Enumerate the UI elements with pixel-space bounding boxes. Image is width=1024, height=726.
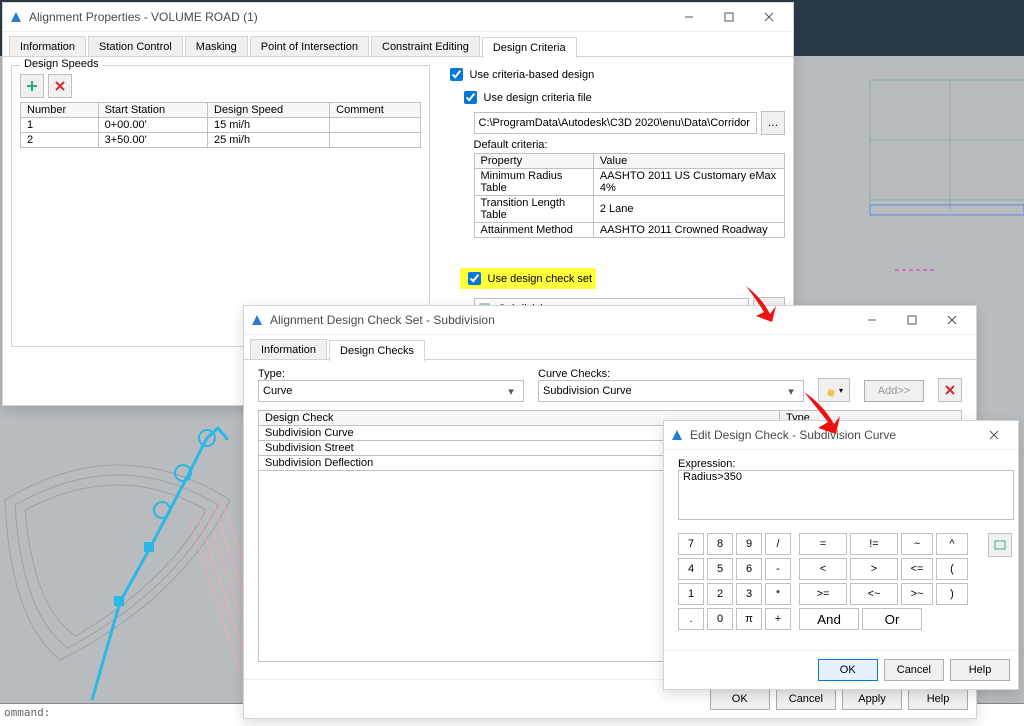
close-button[interactable] xyxy=(974,421,1014,449)
key-3[interactable]: 3 xyxy=(736,583,762,605)
cancel-button[interactable]: Cancel xyxy=(884,659,944,681)
type-dropdown[interactable]: Curve▾ xyxy=(258,380,524,402)
column-header[interactable]: Property xyxy=(474,154,593,169)
use-criteria-checkbox[interactable]: Use criteria-based design xyxy=(446,65,786,84)
add-speed-button[interactable] xyxy=(20,74,44,98)
tab-design-checks[interactable]: Design Checks xyxy=(329,340,425,361)
edit-design-check-window: Edit Design Check - Subdivision Curve Ex… xyxy=(663,420,1019,690)
table-row[interactable]: Minimum Radius TableAASHTO 2011 US Custo… xyxy=(474,169,785,196)
tab-point-of-intersection[interactable]: Point of Intersection xyxy=(250,36,369,57)
key-9[interactable]: 9 xyxy=(736,533,762,555)
app-icon xyxy=(9,10,23,24)
key-1[interactable]: 1 xyxy=(678,583,704,605)
key-/[interactable]: / xyxy=(765,533,791,555)
key-+[interactable]: + xyxy=(765,608,791,630)
tab-information[interactable]: Information xyxy=(250,339,327,360)
column-header[interactable]: Comment xyxy=(330,103,420,118)
table-row[interactable]: 10+00.00'15 mi/h xyxy=(21,118,421,133)
default-criteria-table[interactable]: PropertyValue Minimum Radius TableAASHTO… xyxy=(474,153,786,238)
close-button[interactable] xyxy=(749,3,789,31)
key-5[interactable]: 5 xyxy=(707,558,733,580)
tab-station-control[interactable]: Station Control xyxy=(88,36,183,57)
key-op[interactable]: ( xyxy=(936,558,968,580)
key-op[interactable]: >~ xyxy=(901,583,933,605)
browse-file-button[interactable]: … xyxy=(761,111,785,135)
close-button[interactable] xyxy=(932,306,972,334)
key-op[interactable]: ~ xyxy=(901,533,933,555)
key-op[interactable]: > xyxy=(850,558,898,580)
tab-masking[interactable]: Masking xyxy=(185,36,248,57)
delete-speed-button[interactable] xyxy=(48,74,72,98)
ok-button[interactable]: OK xyxy=(818,659,878,681)
and-button[interactable]: And xyxy=(799,608,859,630)
expression-label: Expression: xyxy=(678,458,1004,470)
key-7[interactable]: 7 xyxy=(678,533,704,555)
criteria-file-path[interactable] xyxy=(474,112,758,134)
type-label: Type: xyxy=(258,368,524,380)
key-op[interactable]: ^ xyxy=(936,533,968,555)
maximize-button[interactable] xyxy=(892,306,932,334)
help-button[interactable]: Help xyxy=(950,659,1010,681)
key-2[interactable]: 2 xyxy=(707,583,733,605)
minimize-button[interactable] xyxy=(669,3,709,31)
curve-checks-dropdown[interactable]: Subdivision Curve▾ xyxy=(538,380,804,402)
use-design-check-set-checkbox[interactable]: Use design check set xyxy=(460,268,597,289)
column-header[interactable]: Value xyxy=(593,154,784,169)
column-header[interactable]: Design Speed xyxy=(208,103,330,118)
key-op[interactable]: >= xyxy=(799,583,847,605)
insert-property-button[interactable] xyxy=(988,533,1012,557)
table-row[interactable]: Attainment MethodAASHTO 2011 Crowned Roa… xyxy=(474,223,785,238)
window-title: Alignment Design Check Set - Subdivision xyxy=(270,313,852,327)
numeric-keypad: 789/ 456- 123*.0π+ xyxy=(678,533,791,630)
ok-button[interactable]: OK xyxy=(710,688,770,710)
app-icon xyxy=(250,313,264,327)
tab-design-criteria[interactable]: Design Criteria xyxy=(482,37,577,58)
maximize-button[interactable] xyxy=(709,3,749,31)
key-*[interactable]: * xyxy=(765,583,791,605)
window-title: Alignment Properties - VOLUME ROAD (1) xyxy=(29,10,669,24)
key-4[interactable]: 4 xyxy=(678,558,704,580)
key-6[interactable]: 6 xyxy=(736,558,762,580)
key-π[interactable]: π xyxy=(736,608,762,630)
column-header[interactable]: Start Station xyxy=(98,103,207,118)
use-criteria-file-checkbox[interactable]: Use design criteria file xyxy=(460,88,786,107)
key-8[interactable]: 8 xyxy=(707,533,733,555)
key-.[interactable]: . xyxy=(678,608,704,630)
help-button[interactable]: Help xyxy=(908,688,968,710)
key-op[interactable]: = xyxy=(799,533,847,555)
table-row[interactable]: Transition Length Table2 Lane xyxy=(474,196,785,223)
key-op[interactable]: ) xyxy=(936,583,968,605)
key-op[interactable]: <~ xyxy=(850,583,898,605)
expression-input[interactable] xyxy=(678,470,1014,520)
operator-keypad: =!=~^ <><=( >=<~>~) xyxy=(799,533,968,605)
remove-check-button[interactable] xyxy=(938,378,962,402)
apply-button[interactable]: Apply xyxy=(842,688,902,710)
cancel-button[interactable]: Cancel xyxy=(776,688,836,710)
add-check-button[interactable]: Add>> xyxy=(864,380,924,402)
app-icon xyxy=(670,428,684,442)
key-op[interactable]: < xyxy=(799,558,847,580)
key--[interactable]: - xyxy=(765,558,791,580)
window-title: Edit Design Check - Subdivision Curve xyxy=(690,428,974,442)
key-0[interactable]: 0 xyxy=(707,608,733,630)
edit-check-button[interactable]: ▾ xyxy=(818,378,850,402)
minimize-button[interactable] xyxy=(852,306,892,334)
key-op[interactable]: != xyxy=(850,533,898,555)
tab-constraint-editing[interactable]: Constraint Editing xyxy=(371,36,480,57)
default-criteria-label: Default criteria: xyxy=(474,139,786,151)
key-op[interactable]: <= xyxy=(901,558,933,580)
tab-information[interactable]: Information xyxy=(9,36,86,57)
curve-checks-label: Curve Checks: xyxy=(538,368,804,380)
column-header[interactable]: Number xyxy=(21,103,99,118)
design-speeds-table[interactable]: NumberStart StationDesign SpeedComment 1… xyxy=(20,102,421,148)
table-row[interactable]: 23+50.00'25 mi/h xyxy=(21,133,421,148)
or-button[interactable]: Or xyxy=(862,608,922,630)
